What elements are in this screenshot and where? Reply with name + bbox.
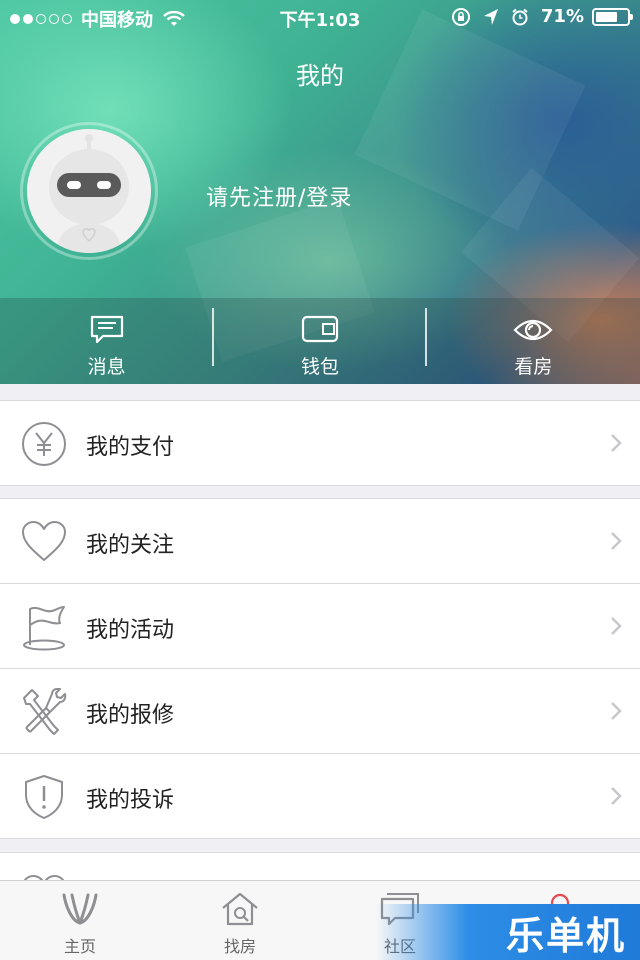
location-arrow-icon: [483, 8, 498, 25]
tab-label: 找房: [223, 937, 256, 956]
menu-item-label: 我的报修: [86, 703, 175, 728]
menu-item-follow[interactable]: 我的关注: [0, 499, 640, 583]
section-divider: [0, 838, 640, 839]
quick-action-label: 消息: [87, 356, 126, 378]
house-search-icon: [222, 892, 258, 926]
quick-action-divider: [425, 308, 427, 366]
tab-home[interactable]: 主页: [0, 881, 160, 960]
menu-item-payment[interactable]: 我的支付: [0, 401, 640, 485]
quick-action-label: 看房: [514, 356, 553, 378]
chevron-right-icon: [611, 434, 622, 452]
menu-item-complaint[interactable]: 我的投诉: [0, 754, 640, 838]
page-title: 我的: [296, 62, 344, 90]
chevron-right-icon: [611, 702, 622, 720]
status-right: 71%: [439, 6, 633, 27]
chevron-right-icon: [611, 532, 622, 550]
shield-alert-icon: [25, 775, 63, 819]
quick-action-viewing[interactable]: 看房: [427, 298, 640, 384]
status-bar: 中国移动 下午1:03 71%: [0, 0, 640, 36]
profile-header: 中国移动 下午1:03 71% 我的 请先注册/登录 消息 钱包 看房: [0, 0, 640, 384]
avatar[interactable]: [27, 129, 151, 253]
battery-fill: [596, 11, 617, 22]
menu-item-label: 我的关注: [86, 533, 175, 558]
battery-icon: [592, 7, 633, 26]
eye-icon: [513, 319, 553, 341]
wallet-icon: [301, 315, 339, 343]
tab-find-house[interactable]: 找房: [160, 881, 320, 960]
watermark-logo: 乐单机: [376, 904, 640, 960]
quick-action-wallet[interactable]: 钱包: [213, 298, 426, 384]
tab-label: 主页: [63, 937, 96, 956]
menu-item-label: 我的支付: [86, 435, 175, 460]
battery-percent: 71%: [540, 6, 584, 27]
robot-avatar-icon: [27, 129, 151, 253]
quick-actions-bar: 消息 钱包 看房: [0, 298, 640, 384]
alarm-icon: [512, 8, 528, 25]
menu-item-partial[interactable]: [0, 853, 640, 880]
menu-item-repair[interactable]: 我的报修: [0, 669, 640, 753]
message-icon: [90, 315, 123, 344]
chevron-right-icon: [611, 617, 622, 635]
quick-action-label: 钱包: [300, 356, 339, 378]
menu-item-activity[interactable]: 我的活动: [0, 584, 640, 668]
orientation-lock-icon: [451, 7, 470, 26]
heart-icon: [22, 521, 66, 561]
menu-item-label: 我的活动: [86, 618, 175, 643]
tools-icon: [23, 688, 67, 735]
yuan-coin-icon: [22, 422, 66, 466]
quick-action-messages[interactable]: 消息: [0, 298, 213, 384]
home-logo-icon: [62, 893, 98, 925]
flag-icon: [23, 606, 65, 651]
section-divider: [0, 485, 640, 486]
chevron-right-icon: [611, 787, 622, 805]
menu-item-label: 我的投诉: [86, 788, 175, 813]
heart-icon: [23, 874, 65, 880]
quick-action-divider: [212, 308, 214, 366]
login-register-link[interactable]: 请先注册/登录: [206, 180, 352, 212]
